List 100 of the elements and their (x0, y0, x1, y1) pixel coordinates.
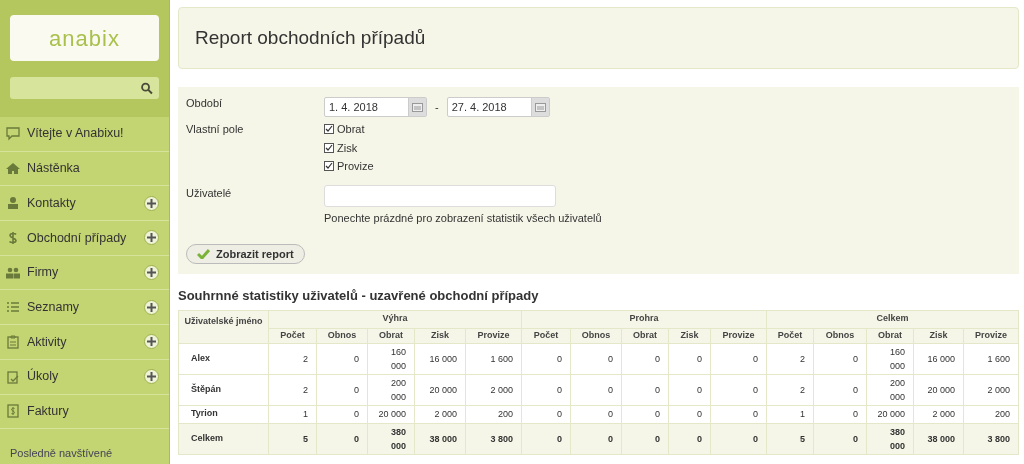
date-field[interactable]: 1. 4. 2018 (324, 97, 427, 117)
table-cell: Tyrion (178, 405, 269, 423)
table-cell: 0 (668, 374, 711, 405)
field-label: Období (186, 96, 224, 111)
table-cell: 0 (710, 423, 767, 454)
table-cell: 2 (766, 374, 814, 405)
table-cell: 0 (668, 405, 711, 423)
search-field[interactable] (10, 77, 159, 99)
field-label: Vlastní pole (186, 122, 245, 137)
table-cell: 38 000 (414, 423, 466, 454)
house-icon (6, 161, 20, 176)
table-cell: 0 (521, 343, 571, 374)
table-cell: 0 (316, 423, 368, 454)
nav-item[interactable]: Faktury (0, 394, 169, 430)
table-cell: 0 (316, 374, 368, 405)
calendar-icon (534, 102, 546, 112)
table-cell: 380 000 (866, 423, 914, 454)
list-icon (6, 300, 20, 315)
add-button[interactable] (144, 299, 159, 315)
checkbox-option[interactable]: Zisk (324, 139, 374, 156)
add-button[interactable] (144, 230, 159, 246)
add-button[interactable] (144, 334, 159, 350)
table-cell: Celkem (178, 423, 269, 454)
table-cell: 20 000 (913, 374, 964, 405)
checkbox[interactable] (324, 124, 334, 135)
column-group-header: Výhra (268, 310, 522, 328)
table-cell: 0 (813, 343, 867, 374)
table-cell: 160 000 (866, 343, 914, 374)
table-cell: 0 (316, 343, 368, 374)
field-label: Uživatelé (186, 185, 233, 201)
table-cell: 0 (316, 405, 368, 423)
table-cell: Alex (178, 343, 269, 374)
plus-icon (147, 198, 156, 208)
table-cell: 3 800 (465, 423, 522, 454)
table-cell: 1 600 (465, 343, 522, 374)
table-cell: 0 (813, 374, 867, 405)
checkbox-option[interactable]: Provize (324, 158, 374, 175)
checkbox[interactable] (324, 161, 334, 172)
table-cell: 0 (570, 343, 622, 374)
calendar-icon (412, 102, 423, 112)
table-cell: 1 600 (963, 343, 1019, 374)
table-cell: 380 000 (367, 423, 415, 454)
date-field[interactable]: 27. 4. 2018 (446, 97, 550, 117)
table-cell: 1 (268, 405, 317, 423)
table-cell: 0 (570, 374, 622, 405)
column-group-header: Celkem (766, 310, 1019, 328)
table-cell: 0 (668, 423, 711, 454)
nav-item[interactable]: Nástěnka (0, 151, 169, 187)
table-cell: 20 000 (367, 405, 415, 423)
nav-item[interactable]: Seznamy (0, 290, 169, 326)
table-cell: Štěpán (178, 374, 269, 405)
table-cell: 2 (268, 343, 317, 374)
add-button[interactable] (144, 369, 159, 385)
table-cell: 0 (621, 405, 669, 423)
table-cell: 16 000 (414, 343, 466, 374)
check-icon (197, 249, 210, 259)
table-cell: 200 000 (367, 374, 415, 405)
checklist-icon (6, 369, 20, 384)
checkbox-option[interactable]: Obrat (324, 121, 374, 138)
nav-item[interactable]: Vítejte v Anabixu! (0, 117, 169, 152)
table-cell: 0 (621, 374, 669, 405)
table-cell: 0 (521, 374, 571, 405)
section-heading: Posledně navštívené (9, 446, 114, 462)
invoice-icon (6, 404, 20, 419)
table-cell: 20 000 (414, 374, 466, 405)
table-cell: 2 000 (913, 405, 964, 423)
calendar-button[interactable] (530, 98, 549, 116)
hint-text: Ponechte prázdné pro zobrazení statistik všech uživatelů (324, 210, 602, 226)
table-cell: 0 (621, 343, 669, 374)
users-field[interactable] (324, 184, 556, 207)
table-cell: 2 000 (963, 374, 1019, 405)
nav-item[interactable]: Firmy (0, 255, 169, 291)
table-cell: 0 (521, 405, 571, 423)
nav-item[interactable]: Aktivity (0, 325, 169, 360)
person-icon (6, 196, 20, 211)
table-cell: 20 000 (866, 405, 914, 423)
table-cell: 200 (963, 405, 1019, 423)
date-value: 27. 4. 2018 (451, 99, 507, 115)
table-cell: 16 000 (913, 343, 964, 374)
checkbox[interactable] (324, 142, 334, 153)
clipboard-icon (6, 334, 20, 349)
table-cell: 0 (570, 423, 622, 454)
nav-item[interactable]: Obchodní případy (0, 221, 169, 256)
add-button[interactable] (144, 265, 159, 281)
column-header: Uživatelské jméno (178, 310, 269, 343)
table-title: Souhrnné statistiky uživatelů - uzavřené obchodní případy (178, 287, 540, 305)
show-report-button[interactable]: Zobrazit report (186, 244, 305, 264)
page-title: Report obchodních případů (195, 25, 426, 50)
nav-item[interactable]: Kontakty (0, 186, 169, 222)
nav-item[interactable]: Úkoly (0, 359, 169, 395)
speech-bubble-icon (6, 126, 20, 141)
column-group-header: Prohra (521, 310, 767, 328)
table-cell: 3 800 (963, 423, 1019, 454)
table-cell: 2 (766, 343, 814, 374)
plus-icon (147, 302, 156, 312)
add-button[interactable] (144, 195, 159, 211)
table-cell: 0 (710, 405, 767, 423)
table-cell: 160 000 (367, 343, 415, 374)
table-cell: 0 (521, 423, 571, 454)
table-cell: 200 (465, 405, 522, 423)
